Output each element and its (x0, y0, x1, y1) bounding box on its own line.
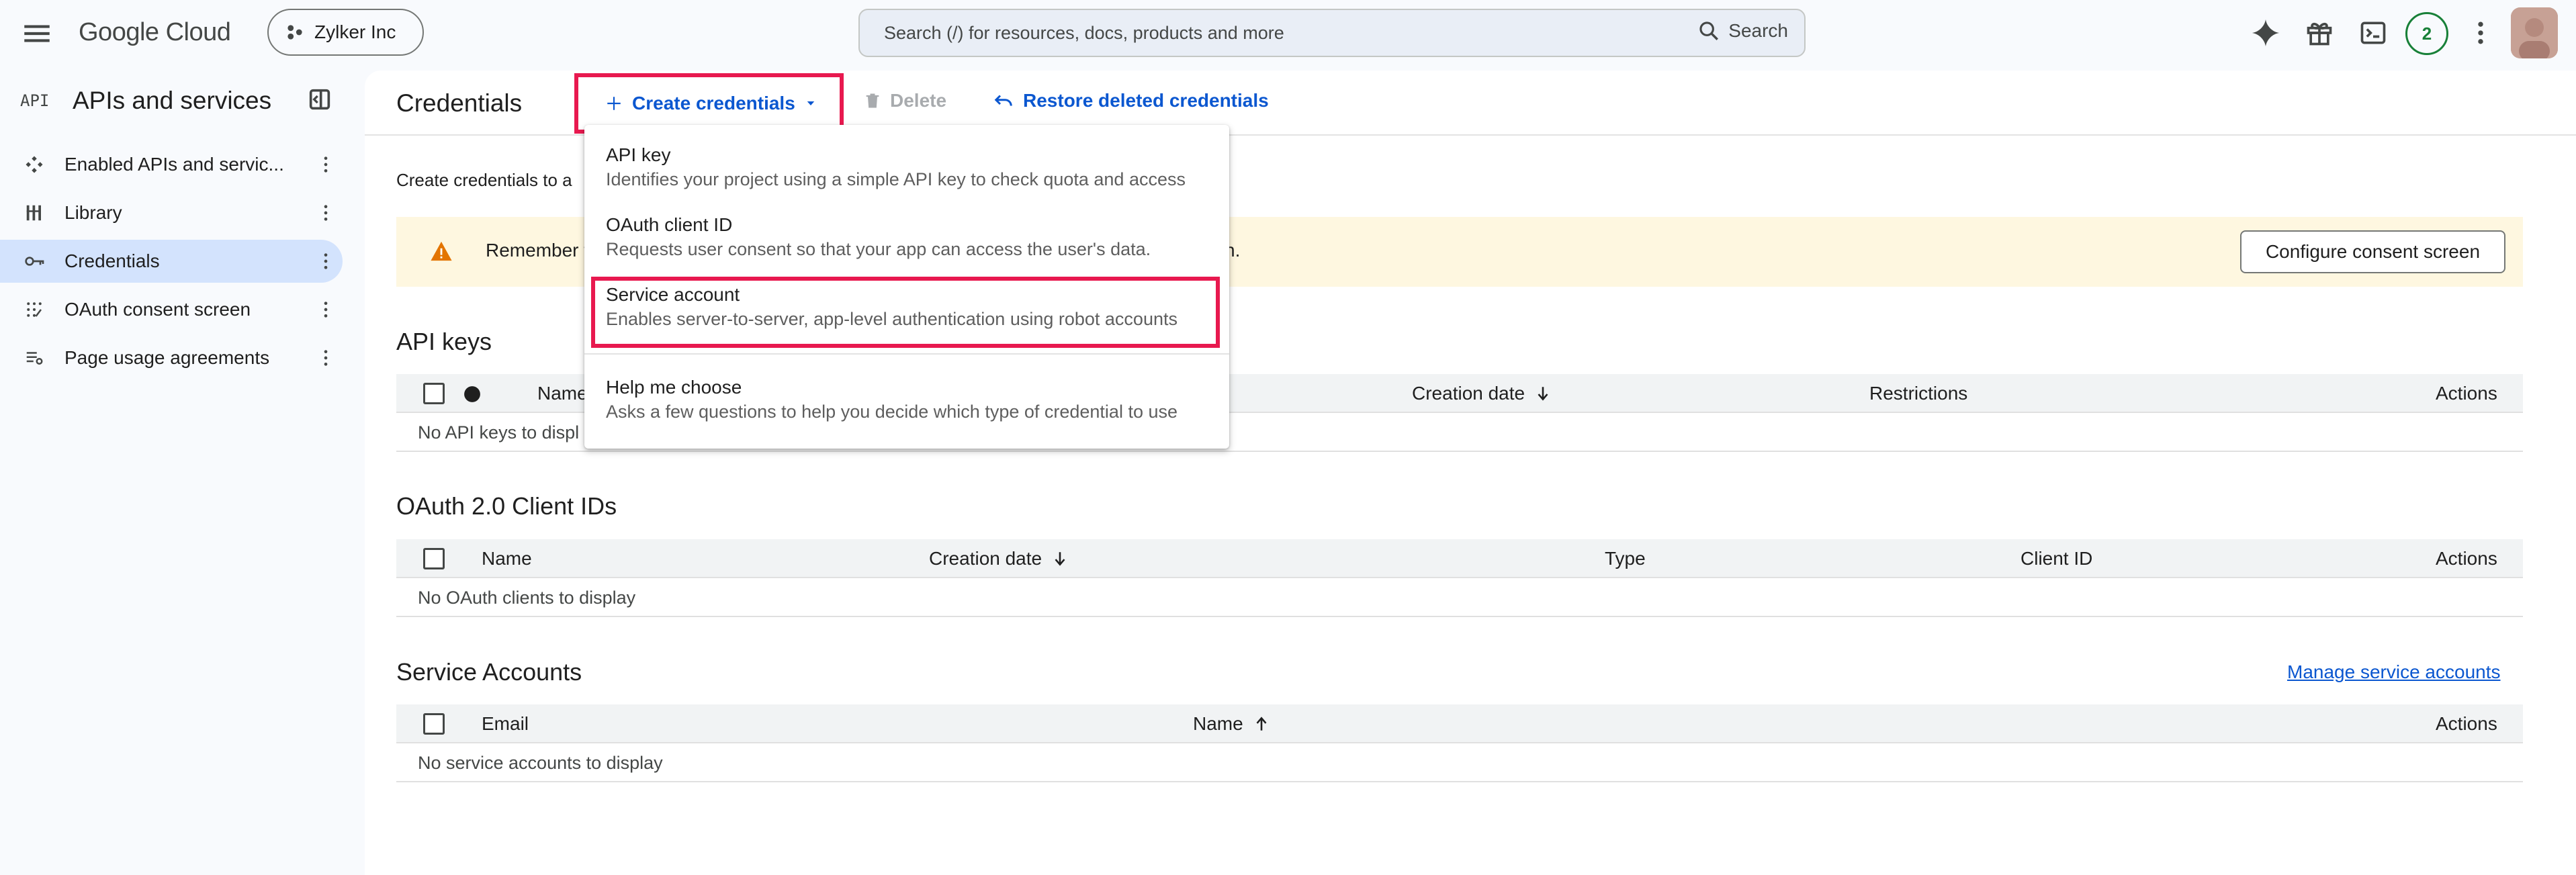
api-keys-title: API keys (396, 328, 492, 355)
column-name[interactable]: Name (482, 548, 532, 569)
column-name-label: Name (1193, 713, 1243, 734)
sidebar-item-label: Credentials (64, 250, 160, 271)
oauth-table-header: Name Creation date Type Client ID Action… (396, 539, 2523, 578)
arrow-down-icon (1534, 383, 1552, 404)
service-accounts-empty-row: No service accounts to display (396, 743, 2523, 782)
item-more-icon[interactable] (309, 344, 343, 371)
undo-icon (992, 91, 1015, 111)
menu-item-title: OAuth client ID (606, 214, 733, 235)
status-dot-icon (463, 385, 481, 403)
sidebar-item-enabled-apis[interactable]: Enabled APIs and servic... (0, 143, 343, 186)
search-button[interactable]: Search (1697, 19, 1788, 42)
warning-text-start: Remember t (486, 240, 590, 261)
intro-text: Create credentials to a (396, 170, 572, 190)
enabled-apis-icon (24, 151, 64, 178)
sidebar-item-credentials[interactable]: Credentials (0, 240, 343, 283)
service-accounts-table-header: Email Name Actions (396, 704, 2523, 743)
service-accounts-title: Service Accounts (396, 658, 582, 686)
column-actions: Actions (2436, 383, 2497, 404)
sidebar-item-label: Enabled APIs and servic... (64, 154, 284, 175)
sidebar-item-page-usage[interactable]: Page usage agreements (0, 336, 343, 379)
column-name[interactable]: Name (537, 383, 588, 404)
menu-item-subtitle: Identifies your project using a simple A… (606, 169, 1186, 189)
sidebar-title: APIs and services (73, 87, 272, 114)
sidebar-item-label: Page usage agreements (64, 347, 270, 368)
menu-item-api-key[interactable]: API key Identifies your project using a … (584, 143, 1229, 191)
search-placeholder: Search (/) for resources, docs, products… (884, 22, 1284, 43)
consent-icon (24, 296, 64, 323)
search-icon (1697, 19, 1720, 42)
menu-item-subtitle: Requests user consent so that your app c… (606, 239, 1151, 259)
library-icon (24, 199, 64, 226)
menu-item-help-me-choose[interactable]: Help me choose Asks a few questions to h… (584, 375, 1229, 424)
restore-label: Restore deleted credentials (1023, 90, 1269, 111)
menu-item-subtitle: Enables server-to-server, app-level auth… (606, 309, 1178, 329)
delete-button[interactable]: Delete (863, 90, 946, 111)
column-creation-date[interactable]: Creation date (1412, 383, 1552, 404)
manage-service-accounts-link[interactable]: Manage service accounts (2287, 661, 2501, 683)
main-menu-icon[interactable] (20, 17, 54, 50)
item-more-icon[interactable] (309, 199, 343, 226)
restore-deleted-button[interactable]: Restore deleted credentials (992, 90, 1269, 111)
google-cloud-logo[interactable]: Google Cloud (79, 15, 231, 50)
sidebar-item-oauth-consent[interactable]: OAuth consent screen (0, 288, 343, 331)
search-button-label: Search (1728, 20, 1788, 41)
menu-item-title: Service account (606, 284, 740, 305)
menu-item-title: Help me choose (606, 377, 742, 398)
column-email[interactable]: Email (482, 713, 529, 735)
account-avatar[interactable] (2511, 7, 2558, 58)
configure-consent-screen-button[interactable]: Configure consent screen (2240, 230, 2505, 273)
menu-divider (584, 353, 1229, 355)
collapse-sidebar-icon[interactable] (306, 86, 333, 113)
menu-item-title: API key (606, 144, 671, 165)
arrow-up-icon (1253, 714, 1270, 734)
column-creation-date-label: Creation date (929, 548, 1042, 569)
select-all-checkbox[interactable] (423, 548, 445, 569)
oauth-title: OAuth 2.0 Client IDs (396, 492, 617, 520)
cloud-shell-icon[interactable] (2354, 14, 2392, 52)
oauth-empty-row: No OAuth clients to display (396, 578, 2523, 617)
project-name: Zylker Inc (314, 21, 396, 42)
menu-item-subtitle: Asks a few questions to help you decide … (606, 402, 1178, 422)
plus-icon (605, 95, 623, 112)
column-creation-date[interactable]: Creation date (929, 548, 1069, 569)
api-badge-icon: API (20, 91, 50, 110)
sidebar-item-label: Library (64, 202, 122, 223)
column-type: Type (1605, 548, 1646, 569)
column-actions: Actions (2436, 548, 2497, 569)
create-credentials-menu: API key Identifies your project using a … (584, 125, 1229, 449)
sidebar-item-library[interactable]: Library (0, 191, 343, 234)
item-more-icon[interactable] (309, 248, 343, 275)
project-icon (285, 22, 305, 42)
column-creation-date-label: Creation date (1412, 383, 1525, 404)
agreements-icon (24, 344, 64, 371)
column-client-id: Client ID (2020, 548, 2093, 569)
menu-item-oauth-client-id[interactable]: OAuth client ID Requests user consent so… (584, 213, 1229, 261)
sidebar-header: API APIs and services (20, 81, 343, 121)
more-options-icon[interactable] (2462, 14, 2499, 52)
menu-item-service-account[interactable]: Service account Enables server-to-server… (584, 283, 1229, 331)
delete-label: Delete (890, 90, 947, 111)
page-title: Credentials (396, 89, 523, 117)
project-selector[interactable]: Zylker Inc (267, 9, 424, 56)
search-input[interactable]: Search (/) for resources, docs, products… (858, 9, 1806, 57)
sidebar-item-label: OAuth consent screen (64, 299, 251, 320)
column-name[interactable]: Name (1193, 713, 1270, 735)
trash-icon (863, 91, 882, 111)
select-all-checkbox[interactable] (423, 383, 445, 404)
gemini-sparkle-icon[interactable] (2247, 14, 2284, 52)
column-restrictions: Restrictions (1869, 383, 1968, 404)
item-more-icon[interactable] (309, 296, 343, 323)
top-bar: Google Cloud Zylker Inc Search (/) for r… (0, 0, 2576, 66)
select-all-checkbox[interactable] (423, 713, 445, 735)
key-icon (24, 248, 64, 275)
notifications-badge[interactable]: 2 (2405, 12, 2448, 55)
column-actions: Actions (2436, 713, 2497, 734)
item-more-icon[interactable] (309, 151, 343, 178)
warning-icon (430, 240, 453, 262)
arrow-down-icon (1051, 549, 1069, 569)
dropdown-arrow-icon (805, 97, 817, 109)
create-credentials-label: Create credentials (632, 93, 795, 113)
gift-icon[interactable] (2301, 14, 2338, 52)
